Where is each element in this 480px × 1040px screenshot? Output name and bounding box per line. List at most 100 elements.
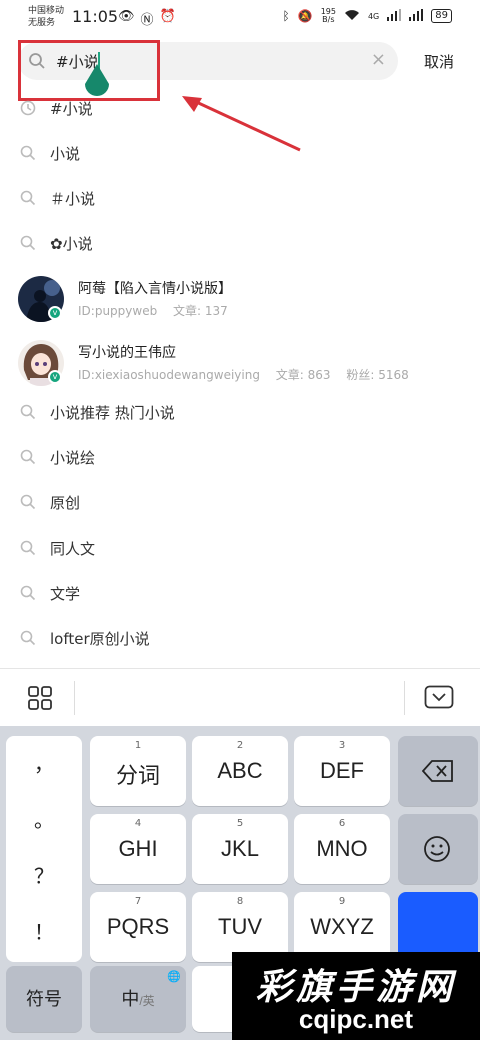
status-bar: 中国移动 无服务 11:05 👁 Ⓝ ⏰ ᛒ 🔕 195 B/s 4G 89 bbox=[0, 0, 480, 36]
network-type: 4G bbox=[367, 11, 380, 21]
suggestion-label: 原创 bbox=[50, 494, 81, 512]
suggestion-row[interactable]: ＃小说 bbox=[0, 176, 480, 221]
key-2[interactable]: 2 ABC bbox=[192, 736, 288, 806]
suggestion-label: 小说 bbox=[50, 145, 81, 163]
status-icons-left: 👁 Ⓝ ⏰ bbox=[118, 9, 176, 28]
carrier-name: 中国移动 bbox=[28, 6, 65, 16]
key-5[interactable]: 5 JKL bbox=[192, 814, 288, 884]
service-status: 无服务 bbox=[28, 18, 56, 28]
key-3[interactable]: 3 DEF bbox=[294, 736, 390, 806]
eye-icon: 👁 bbox=[118, 9, 135, 24]
user-fans: 粉丝: 5168 bbox=[346, 368, 409, 382]
carrier-info: 中国移动 无服务 bbox=[28, 5, 64, 29]
backspace-icon bbox=[421, 760, 454, 786]
user-id: ID:xiexiaoshuodewangweiying bbox=[78, 368, 260, 382]
search-icon bbox=[20, 540, 36, 560]
punct-period-key[interactable]: 。 bbox=[6, 792, 82, 848]
search-icon bbox=[20, 235, 36, 255]
search-icon bbox=[20, 190, 36, 210]
key-label: 分词 bbox=[115, 763, 160, 788]
user-articles: 文章: 137 bbox=[173, 304, 228, 318]
keyboard-toolbar bbox=[0, 668, 480, 726]
watermark: 彩旗手游网 cqipc.net bbox=[232, 952, 480, 1040]
search-icon bbox=[20, 494, 36, 514]
punct-question-key[interactable]: ？ bbox=[6, 848, 82, 904]
watermark-url: cqipc.net bbox=[298, 1004, 414, 1034]
user-id: ID:puppyweb bbox=[78, 304, 158, 318]
suggestion-row[interactable]: #小说 bbox=[0, 86, 480, 131]
suggestion-label: 文学 bbox=[50, 585, 81, 603]
key-4[interactable]: 4 GHI bbox=[90, 814, 186, 884]
key-label: GHI bbox=[118, 836, 158, 861]
symbols-button[interactable]: 符号 bbox=[6, 966, 82, 1032]
user-meta: ID:puppyweb 文章: 137 bbox=[78, 302, 240, 319]
emoji-button[interactable] bbox=[398, 814, 478, 884]
suggestion-row[interactable]: 小说 bbox=[0, 131, 480, 176]
key-number: 3 bbox=[338, 740, 346, 751]
user-name: 阿莓【陷入言情小说版】 bbox=[78, 281, 232, 297]
punct-comma-key[interactable]: ， bbox=[6, 736, 82, 792]
battery-icon: 89 bbox=[431, 9, 452, 23]
key-number: 4 bbox=[134, 818, 142, 829]
signal-icon bbox=[387, 8, 402, 24]
suggestion-label: ＃小说 bbox=[50, 190, 96, 208]
user-name: 写小说的王伟应 bbox=[78, 345, 176, 361]
mute-bell-icon: 🔕 bbox=[297, 9, 313, 23]
divider bbox=[74, 681, 75, 715]
key-number: 2 bbox=[236, 740, 244, 751]
keyboard-collapse-icon[interactable] bbox=[424, 685, 454, 713]
key-label: 中/英 bbox=[90, 966, 186, 1034]
verified-icon: v bbox=[48, 370, 62, 384]
backspace-button[interactable] bbox=[398, 736, 478, 806]
cancel-button[interactable]: 取消 bbox=[424, 51, 454, 72]
net-speed-unit: B/s bbox=[322, 15, 335, 24]
grid-menu-icon[interactable] bbox=[28, 686, 52, 714]
user-articles: 文章: 863 bbox=[275, 368, 331, 382]
clear-icon[interactable]: × bbox=[371, 49, 386, 70]
key-label: 符号 bbox=[26, 989, 62, 1009]
search-icon bbox=[20, 145, 36, 165]
key-number: 6 bbox=[338, 818, 346, 829]
key-number: 8 bbox=[236, 896, 244, 907]
punctuation-column[interactable]: ， 。 ？ ！ bbox=[6, 736, 82, 962]
key-number: 7 bbox=[134, 896, 142, 907]
suggestion-label: #小说 bbox=[50, 100, 93, 118]
key-label: TUV bbox=[218, 914, 262, 939]
net-speed: 195 B/s bbox=[321, 8, 336, 24]
suggestion-row[interactable]: 文学 bbox=[0, 571, 480, 616]
suggestion-row[interactable]: 原创 bbox=[0, 480, 480, 525]
watermark-title: 彩旗手游网 bbox=[255, 967, 456, 1008]
language-switch-button[interactable]: 🌐 中/英 bbox=[90, 966, 186, 1032]
lang-main: 中 bbox=[121, 989, 140, 1009]
suggestion-row[interactable]: ✿小说 bbox=[0, 221, 480, 266]
suggestion-label: 小说推荐 热门小说 bbox=[50, 404, 175, 422]
suggestion-row[interactable]: 小说推荐 热门小说 bbox=[0, 390, 480, 435]
user-result[interactable]: v 写小说的王伟应 ID:xiexiaoshuodewangweiying 文章… bbox=[0, 334, 480, 394]
alarm-icon: ⏰ bbox=[159, 9, 176, 24]
divider bbox=[404, 681, 405, 715]
suggestion-label: 小说绘 bbox=[50, 449, 96, 467]
key-number: 1 bbox=[134, 740, 142, 751]
key-label: PQRS bbox=[106, 914, 170, 939]
key-7[interactable]: 7 PQRS bbox=[90, 892, 186, 962]
suggestion-row[interactable]: 同人文 bbox=[0, 526, 480, 571]
nfc-icon: Ⓝ bbox=[140, 13, 154, 28]
signal-x-icon bbox=[409, 8, 424, 24]
punct-exclaim-key[interactable]: ！ bbox=[6, 904, 82, 960]
key-label: ABC bbox=[217, 758, 263, 783]
suggestion-label: lofter原创小说 bbox=[50, 630, 150, 648]
key-number: 5 bbox=[236, 818, 244, 829]
search-icon bbox=[20, 585, 36, 605]
user-result[interactable]: v 阿莓【陷入言情小说版】 ID:puppyweb 文章: 137 bbox=[0, 270, 480, 330]
suggestion-row[interactable]: lofter原创小说 bbox=[0, 616, 480, 661]
suggestion-row[interactable]: 小说绘 bbox=[0, 435, 480, 480]
status-icons-right: ᛒ 🔕 195 B/s 4G 89 bbox=[283, 8, 452, 24]
key-6[interactable]: 6 MNO bbox=[294, 814, 390, 884]
verified-icon: v bbox=[48, 306, 62, 320]
key-1[interactable]: 1 分词 bbox=[90, 736, 186, 806]
emoji-icon bbox=[423, 835, 451, 867]
key-label: WXYZ bbox=[310, 914, 374, 939]
wifi-icon bbox=[344, 9, 360, 24]
key-number: 9 bbox=[338, 896, 346, 907]
clock: 11:05 bbox=[72, 7, 119, 26]
